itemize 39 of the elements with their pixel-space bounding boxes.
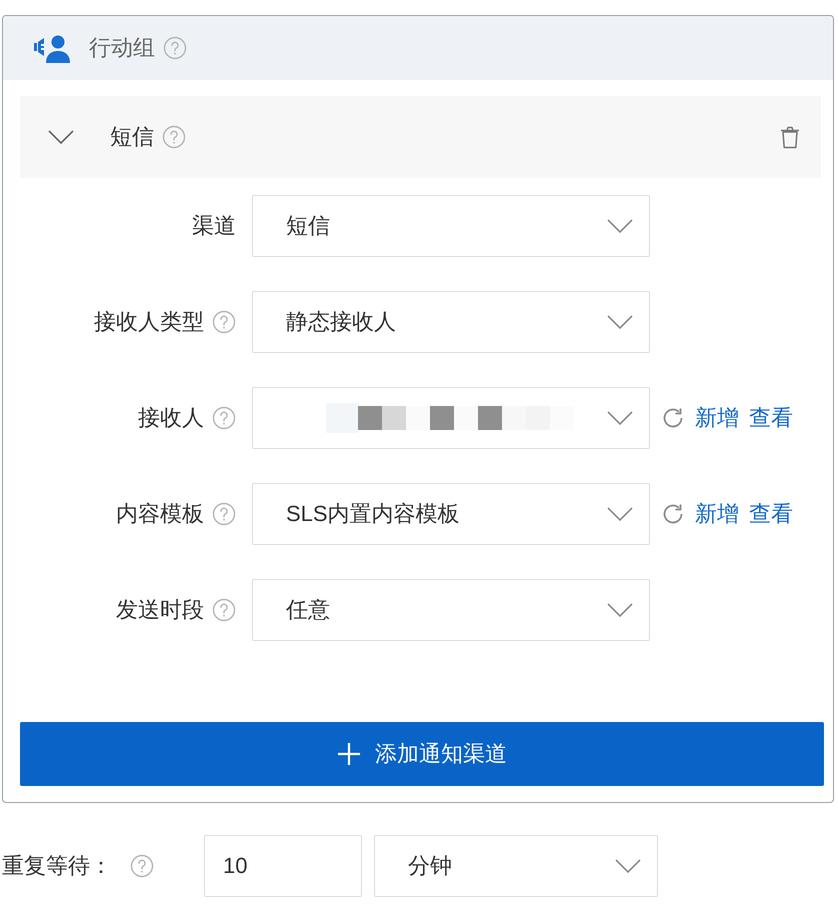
plus-icon <box>337 742 361 766</box>
help-icon[interactable] <box>130 854 154 878</box>
chevron-down-icon <box>607 603 633 617</box>
field-label: 接收人 <box>138 404 204 432</box>
chevron-down-icon <box>607 315 633 329</box>
chevron-down-icon <box>607 411 633 425</box>
chevron-down-icon[interactable] <box>48 130 74 144</box>
select-field[interactable] <box>252 387 650 449</box>
select-field[interactable]: 静态接收人 <box>252 291 650 353</box>
input-field[interactable]: 10 <box>204 835 362 897</box>
help-icon[interactable] <box>212 310 236 334</box>
panel-title: 行动组 <box>89 34 155 62</box>
help-icon[interactable] <box>163 36 187 60</box>
help-icon[interactable] <box>212 406 236 430</box>
help-icon[interactable] <box>162 125 186 149</box>
refresh-icon[interactable] <box>661 502 685 526</box>
chevron-down-icon <box>615 859 641 873</box>
unit-select[interactable]: 分钟 <box>374 835 658 897</box>
field-label: 发送时段 <box>116 596 204 624</box>
add-link[interactable]: 新增 <box>695 403 739 433</box>
help-icon[interactable] <box>212 598 236 622</box>
select-field[interactable]: 短信 <box>252 195 650 257</box>
select-field[interactable]: SLS内置内容模板 <box>252 483 650 545</box>
help-icon[interactable] <box>212 502 236 526</box>
repeat-wait-label: 重复等待： <box>2 852 112 880</box>
field-label: 渠道 <box>192 212 236 240</box>
add-link[interactable]: 新增 <box>695 499 739 529</box>
select-field[interactable]: 任意 <box>252 579 650 641</box>
field-label: 接收人类型 <box>94 308 204 336</box>
refresh-icon[interactable] <box>661 406 685 430</box>
chevron-down-icon <box>607 219 633 233</box>
view-link[interactable]: 查看 <box>749 403 793 433</box>
field-label: 内容模板 <box>116 500 204 528</box>
channel-title: 短信 <box>110 123 154 151</box>
trash-icon[interactable] <box>779 125 801 149</box>
chevron-down-icon <box>607 507 633 521</box>
person-speaker-icon <box>33 33 73 63</box>
view-link[interactable]: 查看 <box>749 499 793 529</box>
add-channel-button[interactable]: 添加通知渠道 <box>20 722 824 786</box>
